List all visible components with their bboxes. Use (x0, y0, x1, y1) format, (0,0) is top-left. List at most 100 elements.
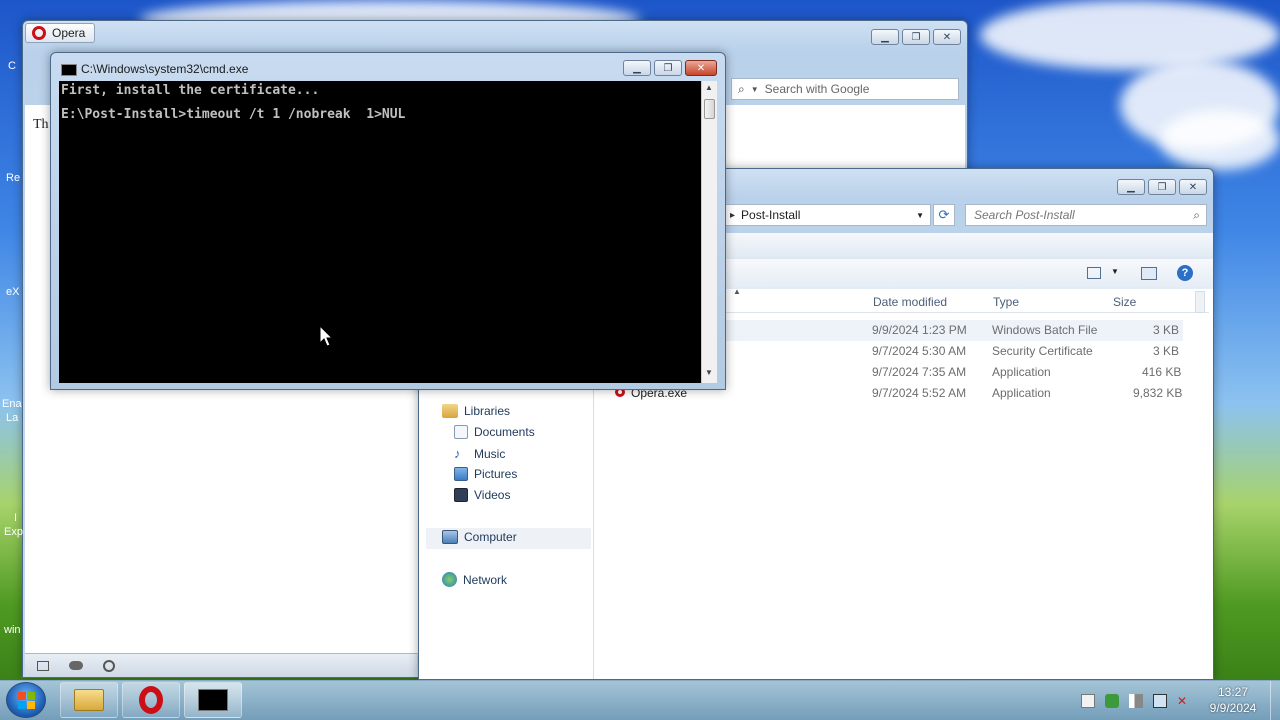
address-path: Post-Install (741, 208, 801, 222)
cmd-icon (198, 689, 228, 711)
left-label: Re (6, 172, 21, 184)
scrollbar-thumb[interactable] (704, 99, 715, 119)
file-date: 9/7/2024 5:52 AM (872, 386, 967, 400)
preview-pane-icon[interactable] (1141, 267, 1157, 280)
clock-time: 13:27 (1217, 685, 1249, 699)
file-size: 3 KB (1153, 323, 1180, 337)
opera-minimize-button[interactable]: ▁ (871, 29, 899, 45)
cmd-window-icon (61, 64, 77, 76)
nav-music-label: Music (474, 446, 506, 461)
scroll-down-icon[interactable]: ▼ (705, 368, 713, 377)
opera-tab-label: Opera (52, 26, 86, 40)
sort-arrow-icon: ▲ (733, 287, 741, 296)
taskbar-opera-button[interactable] (122, 682, 180, 718)
left-label: I (14, 512, 18, 524)
nav-network-label: Network (463, 572, 508, 587)
nav-network[interactable]: Network (442, 572, 507, 587)
scrollbar-thumb[interactable] (1195, 291, 1205, 313)
explorer-maximize-button[interactable]: ❐ (1148, 179, 1176, 195)
cmd-minimize-button[interactable]: ▁ (623, 60, 651, 76)
cmd-console[interactable]: First, install the certificate... E:\Pos… (59, 81, 701, 383)
cmd-window: C:\Windows\system32\cmd.exe ▁ ❐ ✕ First,… (50, 52, 726, 390)
view-dropdown-icon[interactable]: ▼ (1111, 267, 1119, 276)
nav-videos-label: Videos (474, 488, 511, 502)
show-desktop-button[interactable] (1270, 681, 1280, 720)
explorer-minimize-button[interactable]: ▁ (1117, 179, 1145, 195)
mouse-cursor-icon (319, 325, 333, 347)
opera-search-box[interactable]: ⌕ ▼ Search with Google (731, 78, 959, 100)
nav-pictures[interactable]: Pictures (454, 467, 517, 481)
explorer-search-box[interactable]: Search Post-Install ⌕ (965, 204, 1207, 226)
file-type: Security Certificate (992, 344, 1093, 358)
address-dropdown-icon[interactable]: ▼ (916, 211, 924, 220)
cmd-maximize-button[interactable]: ❐ (654, 60, 682, 76)
column-size[interactable]: Size (1113, 295, 1136, 309)
opera-close-button[interactable]: ✕ (933, 29, 961, 45)
panel-toggle-icon[interactable] (37, 660, 49, 671)
left-label: eX (6, 286, 20, 298)
left-label: win (4, 624, 21, 636)
nav-music[interactable]: ♪ Music (454, 446, 505, 461)
start-button[interactable] (6, 682, 46, 718)
opera-maximize-button[interactable]: ❐ (902, 29, 930, 45)
videos-icon (454, 488, 468, 502)
cmd-scrollbar[interactable]: ▲ ▼ (701, 81, 717, 383)
system-tray: ✕ (1076, 690, 1196, 712)
opera-tab[interactable]: Opera (25, 23, 95, 43)
taskbar-cmd-button[interactable] (184, 682, 242, 718)
security-shield-icon[interactable] (1105, 694, 1119, 708)
taskbar-explorer-button[interactable] (60, 682, 118, 718)
explorer-close-button[interactable]: ✕ (1179, 179, 1207, 195)
folder-icon (74, 689, 104, 711)
documents-icon (454, 425, 468, 439)
refresh-button[interactable]: ⟳ (933, 204, 955, 226)
column-date-modified[interactable]: Date modified (873, 295, 947, 309)
address-bar[interactable]: ▸ Post-Install ▼ (719, 204, 931, 226)
search-dropdown-icon: ▼ (750, 84, 759, 94)
column-type[interactable]: Type (993, 295, 1019, 309)
nav-documents[interactable]: Documents (454, 425, 535, 439)
nav-documents-label: Documents (474, 425, 535, 439)
file-size: 3 KB (1153, 344, 1180, 358)
notes-icon[interactable] (1081, 694, 1095, 708)
scroll-up-icon[interactable]: ▲ (705, 83, 713, 92)
cmd-line: First, install the certificate... (61, 83, 320, 98)
search-icon: ⌕ (738, 81, 745, 96)
nav-computer-label: Computer (464, 530, 517, 544)
nav-videos[interactable]: Videos (454, 488, 510, 502)
file-type: Application (992, 365, 1051, 379)
file-date: 9/7/2024 7:35 AM (872, 365, 967, 379)
file-date: 9/9/2024 1:23 PM (872, 323, 967, 337)
cloud-icon[interactable] (69, 661, 83, 670)
cmd-close-button[interactable]: ✕ (685, 60, 717, 76)
search-icon: ⌕ (1193, 207, 1200, 222)
left-label: Ena (2, 398, 22, 410)
opera-icon (139, 686, 163, 714)
clock[interactable]: 13:27 9/9/2024 (1196, 684, 1270, 716)
volume-muted-icon[interactable]: ✕ (1177, 694, 1191, 708)
file-date: 9/7/2024 5:30 AM (872, 344, 967, 358)
opera-search-placeholder: Search with Google (764, 82, 870, 96)
address-separator: ▸ (730, 209, 736, 221)
opera-logo-icon (32, 26, 46, 40)
nav-computer[interactable]: Computer (442, 530, 517, 544)
opera-page-text: Th (33, 117, 49, 132)
file-type: Windows Batch File (992, 323, 1098, 337)
network-tray-icon[interactable] (1153, 694, 1167, 708)
music-icon: ♪ (454, 446, 461, 461)
explorer-search-placeholder: Search Post-Install (974, 208, 1075, 222)
pictures-icon (454, 467, 468, 481)
desktop-left-labels: C Re eX Ena La I Exp win (0, 0, 23, 680)
libraries-icon (442, 404, 458, 418)
help-icon[interactable]: ? (1177, 265, 1193, 281)
network-icon (442, 572, 457, 587)
speed-icon[interactable] (103, 659, 115, 672)
file-size: 9,832 KB (1133, 386, 1183, 400)
nav-libraries-label: Libraries (464, 404, 511, 418)
change-view-icon[interactable] (1087, 267, 1101, 279)
cmd-window-title: C:\Windows\system32\cmd.exe (81, 62, 249, 76)
nav-pictures-label: Pictures (474, 467, 518, 481)
nav-libraries[interactable]: Libraries (442, 404, 510, 418)
flag-icon[interactable] (1129, 694, 1143, 708)
left-label: C (8, 60, 16, 72)
